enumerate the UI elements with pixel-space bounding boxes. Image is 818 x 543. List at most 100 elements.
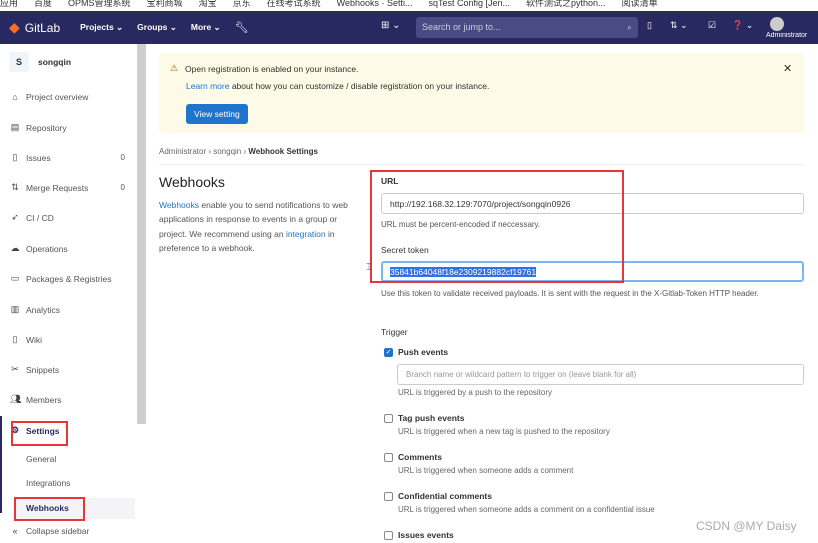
comments-checkbox[interactable]: [384, 453, 393, 462]
breadcrumb-current: Webhook Settings: [248, 147, 319, 156]
brand[interactable]: GitLab: [25, 21, 60, 35]
search-placeholder: Search or jump to...: [422, 22, 501, 32]
new-icon[interactable]: ⊞ ⌄: [381, 20, 401, 31]
bookmark[interactable]: 百度: [34, 0, 52, 8]
label: Snippets: [26, 364, 60, 375]
search-input[interactable]: Search or jump to... ⌕: [416, 17, 638, 38]
sidebar-item-members[interactable]: 👥︎ Members: [10, 394, 125, 405]
integration-link[interactable]: integration: [286, 229, 326, 239]
merge-icon: ⇅: [11, 182, 19, 192]
chevron-double-left-icon: «: [12, 526, 18, 536]
sidebar-item-project-overview[interactable]: ⌂ Project overview: [10, 92, 125, 102]
confidential-comments-label: Confidential comments: [398, 491, 492, 501]
tag-push-events-label: Tag push events: [398, 413, 465, 423]
bookmark[interactable]: 宝利商城: [147, 0, 183, 8]
issues-icon[interactable]: ▯: [647, 20, 652, 31]
branch-filter-input[interactable]: Branch name or wildcard pattern to trigg…: [397, 364, 804, 385]
registration-alert: ⚠ Open registration is enabled on your i…: [159, 53, 804, 133]
intro-text: Webhooks enable you to send notification…: [159, 198, 359, 255]
count: 0: [120, 183, 125, 192]
page-title: Webhooks: [159, 174, 225, 190]
home-icon: ⌂: [12, 92, 18, 102]
avatar[interactable]: [770, 17, 784, 31]
comments-help: URL is triggered when someone adds a com…: [398, 466, 574, 475]
user-name[interactable]: Administrator: [766, 32, 818, 39]
sidebar-item-issues[interactable]: ▯ Issues 0: [10, 152, 125, 163]
trigger-label: Trigger: [381, 327, 408, 337]
learn-more-link[interactable]: Learn more: [186, 81, 229, 91]
help-icon[interactable]: ❓ ⌄: [732, 20, 753, 31]
breadcrumb-item[interactable]: songqin: [213, 147, 241, 156]
breadcrumb-item[interactable]: Administrator: [159, 147, 206, 156]
bookmark[interactable]: 软件测试之python...: [526, 0, 606, 8]
comments-label: Comments: [398, 452, 442, 462]
sidebar-item-ci-cd[interactable]: ➶ CI / CD: [10, 212, 125, 223]
groups-menu[interactable]: Groups ⌄: [137, 22, 177, 33]
breadcrumb: Administrator › songqin › Webhook Settin…: [159, 147, 319, 156]
sidebar-item-repository[interactable]: ▤ Repository: [10, 122, 125, 133]
highlight-box: [370, 170, 624, 283]
project-avatar[interactable]: S: [9, 52, 29, 72]
rocket-icon: ➶: [11, 212, 19, 222]
label: CI / CD: [26, 212, 54, 223]
bookmark[interactable]: sqTest Config [Jen...: [428, 0, 510, 8]
bookmark[interactable]: 京东: [233, 0, 251, 8]
webhooks-link[interactable]: Webhooks: [159, 200, 199, 210]
close-icon[interactable]: ✕: [783, 62, 792, 75]
gitlab-logo-icon[interactable]: ◆: [9, 19, 20, 36]
project-name[interactable]: songqin: [38, 57, 71, 67]
sidebar: S songqin ⌂ Project overview ▤ Repository …: [0, 44, 137, 543]
users-icon: 👥︎: [10, 394, 22, 404]
divider: [159, 164, 804, 165]
bookmark[interactable]: OPMS管理系统: [68, 0, 131, 8]
confidential-comments-checkbox[interactable]: [384, 492, 393, 501]
wrench-icon[interactable]: 🔧︎: [235, 21, 249, 34]
sidebar-item-analytics[interactable]: ▥ Analytics: [10, 304, 125, 315]
highlight-box: [14, 497, 85, 521]
scissors-icon: ✂: [11, 364, 19, 374]
issues-events-checkbox[interactable]: [384, 531, 393, 540]
bookmarks-bar: 应用 百度 OPMS管理系统 宝利商城 淘宝 京东 在线考试系统 Webhooks · Set…: [0, 0, 818, 11]
projects-menu[interactable]: Projects ⌄: [80, 22, 123, 33]
issues-icon: ▯: [12, 152, 18, 162]
tag-push-events-help: URL is triggered when a new tag is pushe…: [398, 427, 610, 436]
cloud-icon: ☁: [10, 243, 20, 253]
bookmark[interactable]: 应用: [0, 0, 18, 8]
sidebar-sub-general[interactable]: General: [26, 454, 56, 464]
more-menu[interactable]: More ⌄: [191, 22, 221, 33]
book-icon: ▯: [12, 334, 18, 344]
warning-icon: ⚠: [170, 63, 179, 73]
sidebar-item-snippets[interactable]: ✂ Snippets: [10, 364, 125, 375]
token-help: Use this token to validate received payl…: [381, 289, 759, 298]
sidebar-item-wiki[interactable]: ▯ Wiki: [10, 334, 125, 345]
label: Members: [26, 394, 62, 405]
label: Project overview: [26, 92, 89, 102]
bookmark[interactable]: Webhooks · Setti...: [337, 0, 413, 8]
todos-icon[interactable]: ☑: [708, 20, 716, 31]
collapse-sidebar-button[interactable]: « Collapse sidebar: [10, 526, 125, 536]
view-setting-button[interactable]: View setting: [186, 104, 248, 124]
sidebar-item-merge-requests[interactable]: ⇅ Merge Requests 0: [10, 182, 125, 193]
active-indicator: [0, 416, 2, 513]
bookmark[interactable]: 阅读清单: [622, 0, 658, 8]
sidebar-item-operations[interactable]: ☁ Operations: [10, 243, 125, 254]
sidebar-sub-integrations[interactable]: Integrations: [26, 478, 70, 488]
label: Wiki: [26, 334, 43, 345]
document-icon: ▤: [10, 122, 20, 132]
label: Operations: [26, 243, 68, 254]
merge-requests-icon[interactable]: ⇅ ⌄: [670, 20, 688, 31]
alert-title: Open registration is enabled on your ins…: [185, 64, 359, 74]
bookmark[interactable]: 在线考试系统: [267, 0, 321, 8]
highlight-box: [11, 421, 68, 446]
tag-push-events-checkbox[interactable]: [384, 414, 393, 423]
label: Merge Requests: [26, 182, 89, 193]
push-events-help: URL is triggered by a push to the reposi…: [398, 388, 553, 397]
sidebar-scrollbar[interactable]: [137, 44, 146, 424]
package-icon: ▭: [10, 273, 20, 283]
push-events-checkbox[interactable]: ✓: [384, 348, 393, 357]
watermark: CSDN @MY Daisy: [696, 519, 797, 533]
label: Repository: [26, 122, 67, 133]
bookmark[interactable]: 淘宝: [199, 0, 217, 8]
alert-body: about how you can customize / disable re…: [229, 81, 490, 91]
sidebar-item-packages[interactable]: ▭ Packages & Registries: [10, 273, 125, 284]
